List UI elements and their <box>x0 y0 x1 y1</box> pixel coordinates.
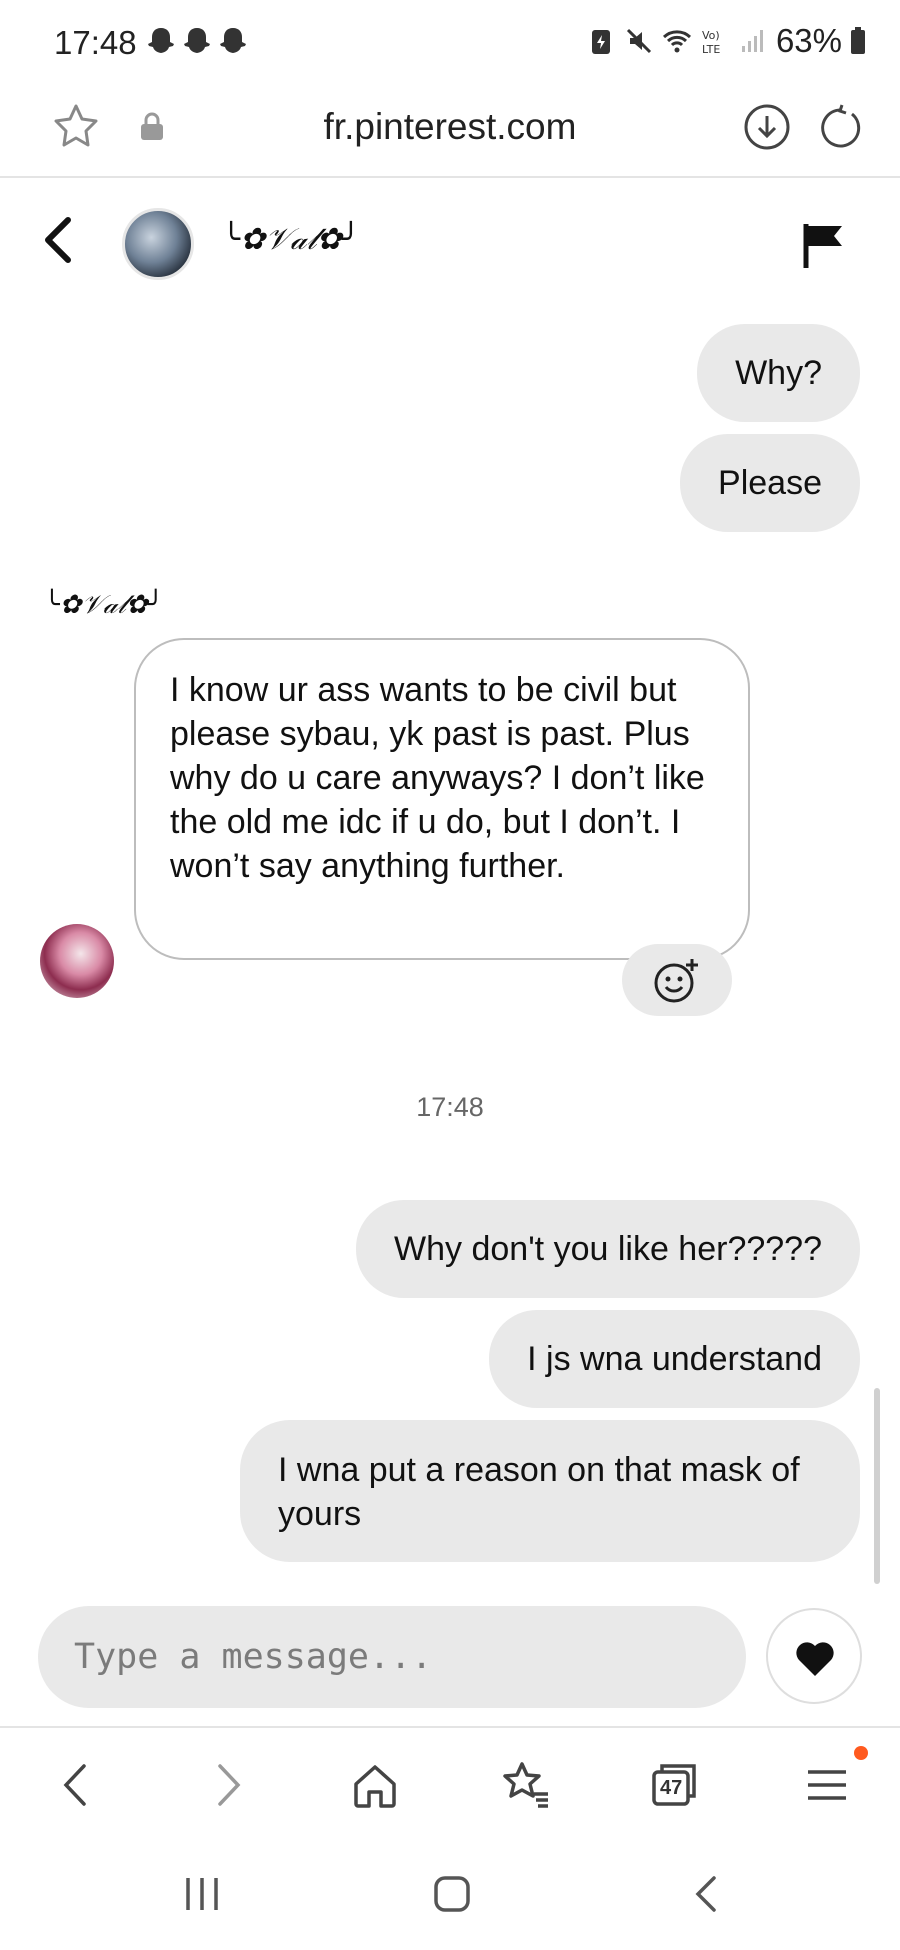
system-back-icon[interactable] <box>684 1872 728 1916</box>
like-button[interactable] <box>766 1608 862 1704</box>
home-button-icon[interactable] <box>430 1872 474 1916</box>
system-navigation <box>0 1836 900 1950</box>
message-composer <box>38 1606 746 1708</box>
notification-dot <box>854 1746 868 1760</box>
home-icon[interactable] <box>348 1758 402 1812</box>
sender-name: ╰✿𝒱𝒶𝓁✿╯ <box>44 590 164 620</box>
add-reaction-icon <box>654 959 698 1003</box>
add-reaction-button[interactable] <box>622 944 732 1016</box>
forward-icon[interactable] <box>200 1758 254 1812</box>
svg-text:LTE: LTE <box>702 43 720 56</box>
volte-icon: Vo)LTE <box>702 29 720 56</box>
snapchat-icon <box>220 28 246 53</box>
heart-icon <box>796 1642 834 1676</box>
message-bubble-sent[interactable]: I js wna understand <box>489 1310 860 1408</box>
reload-icon[interactable] <box>816 102 866 152</box>
flag-icon[interactable] <box>800 220 846 270</box>
notification-icons <box>146 26 248 58</box>
wifi-icon <box>662 30 691 53</box>
back-arrow-icon[interactable] <box>36 214 82 266</box>
message-input[interactable] <box>74 1632 714 1682</box>
chat-header: ╰✿𝒱𝒶𝓁✿╯ <box>0 180 900 290</box>
message-timestamp: 17:48 <box>416 1092 484 1122</box>
contact-avatar[interactable] <box>122 208 194 280</box>
battery-percent: 63% <box>775 22 842 59</box>
message-bubble-sent[interactable]: I wna put a reason on that mask of yours <box>240 1420 860 1562</box>
message-bubble-received[interactable]: I know ur ass wants to be civil but plea… <box>134 638 750 960</box>
browser-toolbar: 47 <box>0 1726 900 1836</box>
browser-url-bar: fr.pinterest.com <box>0 86 900 178</box>
svg-text:Vo): Vo) <box>702 29 720 42</box>
status-bar: 17:48 Vo) LTE 63% <box>0 0 900 86</box>
message-bubble-sent[interactable]: Please <box>680 434 860 532</box>
scrollbar[interactable] <box>874 1388 880 1584</box>
battery-icon <box>851 27 865 54</box>
signal-icon <box>741 30 763 52</box>
battery-saver-icon <box>591 30 610 54</box>
message-bubble-sent[interactable]: Why don't you like her????? <box>356 1200 860 1298</box>
message-bubble-sent[interactable]: Why? <box>697 324 860 422</box>
status-time: 17:48 <box>54 24 137 61</box>
snapchat-icon <box>184 28 210 53</box>
mute-icon <box>626 28 651 54</box>
status-right: Vo) LTE 63% <box>586 22 866 60</box>
tabs-button[interactable]: 47 <box>648 1758 702 1812</box>
tab-count: 47 <box>660 1777 683 1799</box>
download-icon[interactable] <box>742 102 792 152</box>
contact-name[interactable]: ╰✿𝒱𝒶𝓁✿╯ <box>222 222 360 257</box>
menu-icon[interactable] <box>800 1758 854 1812</box>
back-icon[interactable] <box>50 1758 104 1812</box>
snapchat-icon <box>148 28 174 53</box>
recent-apps-icon[interactable] <box>180 1872 224 1916</box>
bookmarks-icon[interactable] <box>498 1758 552 1812</box>
sender-avatar[interactable] <box>40 924 114 998</box>
